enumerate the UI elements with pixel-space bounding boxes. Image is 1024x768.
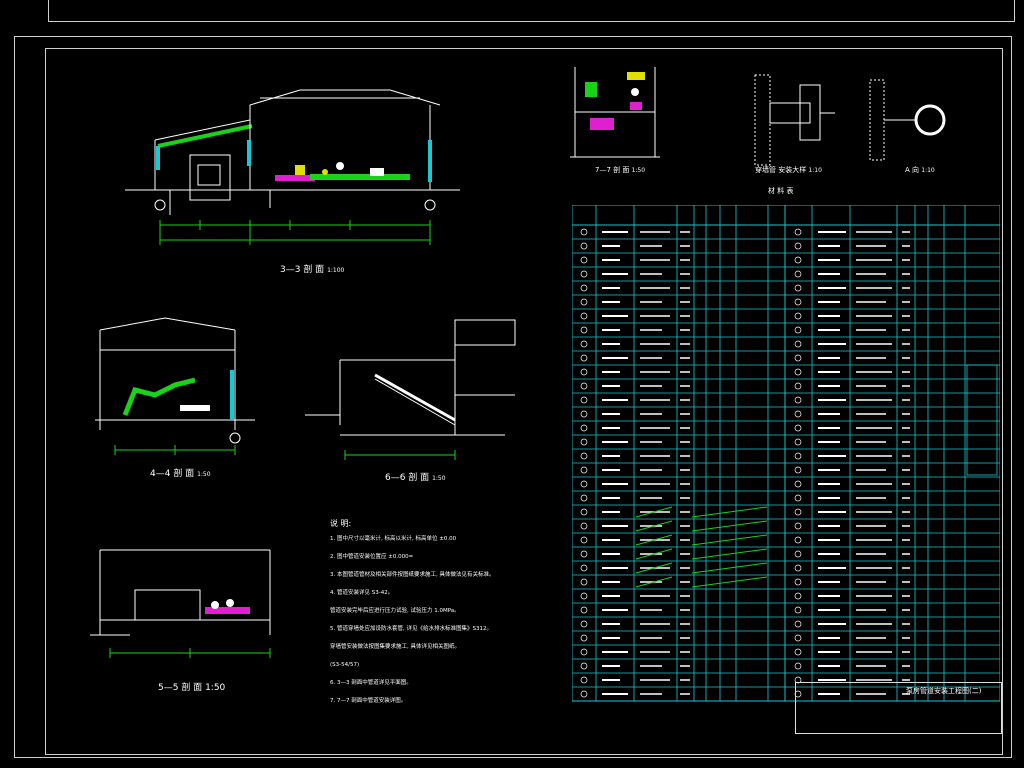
note-line: 管道安装完毕后应进行压力试验, 试验压力 1.0MPa。	[330, 608, 460, 614]
a-direction-detail-drawing	[869, 79, 946, 161]
section-5-5-title: 5—5 剖 面 1:50	[158, 680, 225, 693]
section-4-4-label: 4—4 剖 面	[150, 469, 195, 479]
section-4-4-scale: 1:50	[197, 471, 211, 478]
section-6-6-drawing	[305, 319, 516, 460]
section-3-3-drawing	[125, 89, 460, 245]
section-4-4-drawing	[95, 317, 255, 455]
section-5-5-label: 5—5 剖 面	[158, 683, 203, 693]
pipe-sleeve-detail-label: 穿墙管 安装大样	[755, 166, 807, 174]
section-3-3-scale: 1:100	[327, 267, 345, 274]
section-6-6-scale: 1:50	[432, 475, 446, 482]
pipe-sleeve-detail-scale: 1:10	[808, 167, 822, 174]
a-direction-detail-label: A 向	[905, 166, 920, 174]
pipe-sleeve-detail-title: 穿墙管 安装大样 1:10	[755, 165, 822, 175]
section-7-7-drawing	[570, 67, 660, 158]
section-7-7-scale: 1:50	[631, 167, 646, 174]
note-line: 穿墙管安装做法按图集要求施工, 具体详见相关图纸。	[330, 644, 460, 650]
note-line: 6. 3—3 剖面中管道详见平面图。	[330, 680, 412, 686]
notes-heading: 说 明:	[330, 519, 352, 528]
section-3-3-label: 3—3 剖 面	[280, 265, 325, 275]
section-3-3-title: 3—3 剖 面 1:100	[280, 262, 344, 275]
section-5-5-scale: 1:50	[205, 683, 226, 693]
a-direction-detail-scale: 1:10	[921, 167, 935, 174]
top-sheet-border	[48, 0, 1015, 22]
section-7-7-label: 7—7 剖 面	[595, 166, 630, 174]
note-line: 7. 7—7 剖面中管道安装详图。	[330, 698, 407, 704]
title-block: 泵房管道安装工程图(二)	[795, 682, 1002, 734]
design-notes: 说 明: 1. 图中尺寸以毫米计, 标高以米计, 标高单位 ±0.00 2. 图…	[330, 518, 580, 710]
note-line: 1. 图中尺寸以毫米计, 标高以米计, 标高单位 ±0.00	[330, 536, 457, 542]
section-6-6-label: 6—6 剖 面	[385, 473, 430, 483]
note-line: 3. 本图管道管材及相关部件按图纸要求施工, 具体做法见有关标准。	[330, 572, 495, 578]
material-table-title: 材 料 表	[768, 187, 794, 195]
note-line: 4. 管道安装详见 S3-42。	[330, 590, 394, 596]
note-line: 5. 管道穿墙处应加设防水套管, 详见《给水排水标准图集》S312。	[330, 626, 492, 632]
material-table	[572, 205, 1000, 702]
section-6-6-title: 6—6 剖 面 1:50	[385, 470, 446, 483]
note-line: 2. 图中管道安装位置应 ±0.000=	[330, 554, 414, 560]
drawing-title: 泵房管道安装工程图(二)	[906, 687, 982, 695]
section-4-4-title: 4—4 剖 面 1:50	[150, 466, 211, 479]
pipe-sleeve-detail-drawing	[754, 74, 835, 166]
section-7-7-title: 7—7 剖 面 1:50	[595, 165, 645, 175]
note-line: (S3-54/57)	[330, 662, 360, 668]
section-5-5-drawing	[90, 549, 271, 658]
a-direction-detail-title: A 向 1:10	[905, 165, 935, 175]
